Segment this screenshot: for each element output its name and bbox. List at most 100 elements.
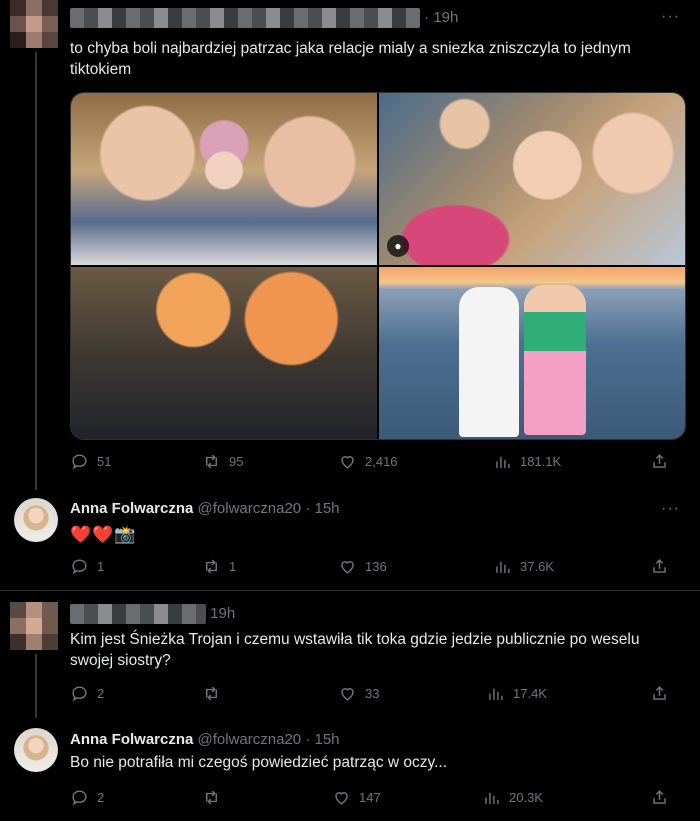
like-button[interactable]: 147: [332, 788, 381, 807]
retweet-button[interactable]: 95: [202, 452, 243, 471]
retweet-count: 95: [229, 454, 244, 469]
views-count: 20.3K: [509, 790, 543, 805]
share-icon: [653, 559, 666, 573]
tweet-2[interactable]: Anna Folwarczna @folwarczna20 · 15h ··· …: [0, 490, 700, 590]
timestamp[interactable]: 19h: [433, 9, 458, 26]
views-icon: [485, 792, 499, 804]
like-count: 147: [359, 790, 381, 805]
reply-count: 2: [97, 790, 105, 805]
person-icon[interactable]: ●: [387, 235, 409, 257]
reply-icon: [72, 686, 87, 702]
views-icon: [489, 688, 503, 700]
tweet-text: to chyba boli najbardziej patrzac jaka r…: [70, 40, 631, 78]
share-icon: [653, 790, 666, 804]
retweet-button[interactable]: 1: [202, 557, 236, 576]
share-icon: [653, 686, 666, 700]
redacted-username: [70, 604, 206, 624]
reply-button[interactable]: 51: [70, 452, 111, 471]
tweet-actions: 2 33 17.4K: [70, 684, 675, 706]
tweet-1[interactable]: · 19h ··· to chyba boli najbardziej patr…: [0, 0, 700, 490]
tweet-text: Bo nie potrafiła mi czegoś powiedzieć pa…: [70, 754, 448, 771]
retweet-button[interactable]: [202, 788, 221, 807]
media-photo-4[interactable]: [379, 267, 685, 439]
photo-figure: [459, 287, 519, 437]
tweet-actions: 2 147 20.3K: [70, 788, 675, 810]
reply-icon: [72, 454, 87, 470]
more-options-button[interactable]: ···: [661, 500, 680, 518]
heart-icon: [341, 688, 354, 701]
tweet-4[interactable]: Anna Folwarczna @folwarczna20 · 15h Bo n…: [0, 722, 700, 821]
avatar-pixelated[interactable]: [10, 602, 60, 652]
display-name[interactable]: Anna Folwarczna: [70, 500, 193, 517]
avatar-pixelated[interactable]: [10, 0, 60, 50]
like-count: 2,416: [365, 454, 398, 469]
dot-separator: ·: [305, 731, 311, 748]
tweet-header: 19h: [70, 604, 235, 624]
tweet-actions: 51 95 2,416 181.1K: [70, 452, 675, 474]
divider: [0, 590, 700, 591]
tweet-text: Kim jest Śnieżka Trojan i czemu wstawiła…: [70, 631, 640, 669]
reply-button[interactable]: 1: [70, 557, 104, 576]
reply-icon: [72, 559, 87, 575]
avatar[interactable]: [14, 498, 58, 542]
views-count: 17.4K: [513, 686, 547, 701]
share-button[interactable]: [650, 452, 669, 471]
share-button[interactable]: [650, 788, 669, 807]
views-icon: [496, 561, 510, 573]
retweet-count: 1: [229, 559, 237, 574]
views-button[interactable]: 37.6K: [493, 557, 554, 576]
share-button[interactable]: [650, 557, 669, 576]
tweet-header: · 19h: [70, 8, 458, 28]
views-count: 37.6K: [520, 559, 554, 574]
views-button[interactable]: 20.3K: [482, 788, 543, 807]
like-count: 136: [365, 559, 387, 574]
heart-icon: [341, 456, 354, 469]
retweet-button[interactable]: [202, 684, 221, 703]
reply-button[interactable]: 2: [70, 788, 104, 807]
timestamp[interactable]: 19h: [210, 605, 235, 622]
avatar[interactable]: [14, 728, 58, 772]
reply-count: 2: [97, 686, 105, 701]
tweet-3[interactable]: 19h Kim jest Śnieżka Trojan i czemu wsta…: [0, 598, 700, 718]
dot-separator: ·: [424, 8, 430, 26]
like-button[interactable]: 33: [338, 684, 379, 703]
dot-separator: ·: [305, 500, 311, 517]
more-options-button[interactable]: ···: [661, 8, 680, 26]
retweet-icon: [206, 790, 217, 805]
thread-line: [35, 654, 37, 718]
media-photo-1[interactable]: [71, 93, 377, 265]
like-button[interactable]: 2,416: [338, 452, 398, 471]
views-icon: [496, 456, 510, 468]
like-count: 33: [365, 686, 380, 701]
reply-button[interactable]: 2: [70, 684, 104, 703]
tweet-header: Anna Folwarczna @folwarczna20 · 15h: [70, 731, 340, 748]
share-button[interactable]: [650, 684, 669, 703]
timestamp[interactable]: 15h: [314, 731, 339, 748]
retweet-icon: [206, 454, 217, 469]
like-button[interactable]: 136: [338, 557, 387, 576]
display-name[interactable]: Anna Folwarczna: [70, 731, 193, 748]
views-button[interactable]: 17.4K: [486, 684, 547, 703]
heart-icon: [341, 561, 354, 574]
heart-icon: [335, 792, 348, 805]
reply-icon: [72, 790, 87, 806]
retweet-icon: [206, 686, 217, 701]
redacted-username: [70, 8, 420, 28]
tweet-actions: 1 1 136 37.6K: [70, 557, 675, 579]
media-photo-2[interactable]: ●: [379, 93, 685, 265]
photo-figure: [524, 285, 586, 435]
media-photo-3[interactable]: [71, 267, 377, 439]
reply-count: 1: [97, 559, 105, 574]
views-count: 181.1K: [520, 454, 562, 469]
tweet-text: ❤️❤️📸: [70, 525, 137, 544]
reply-count: 51: [97, 454, 112, 469]
handle[interactable]: @folwarczna20: [198, 500, 302, 517]
share-icon: [653, 454, 666, 468]
media-grid: ●: [70, 92, 686, 440]
tweet-header: Anna Folwarczna @folwarczna20 · 15h: [70, 500, 340, 517]
thread-line: [35, 52, 37, 490]
retweet-icon: [206, 559, 217, 574]
views-button[interactable]: 181.1K: [493, 452, 561, 471]
handle[interactable]: @folwarczna20: [198, 731, 302, 748]
timestamp[interactable]: 15h: [314, 500, 339, 517]
